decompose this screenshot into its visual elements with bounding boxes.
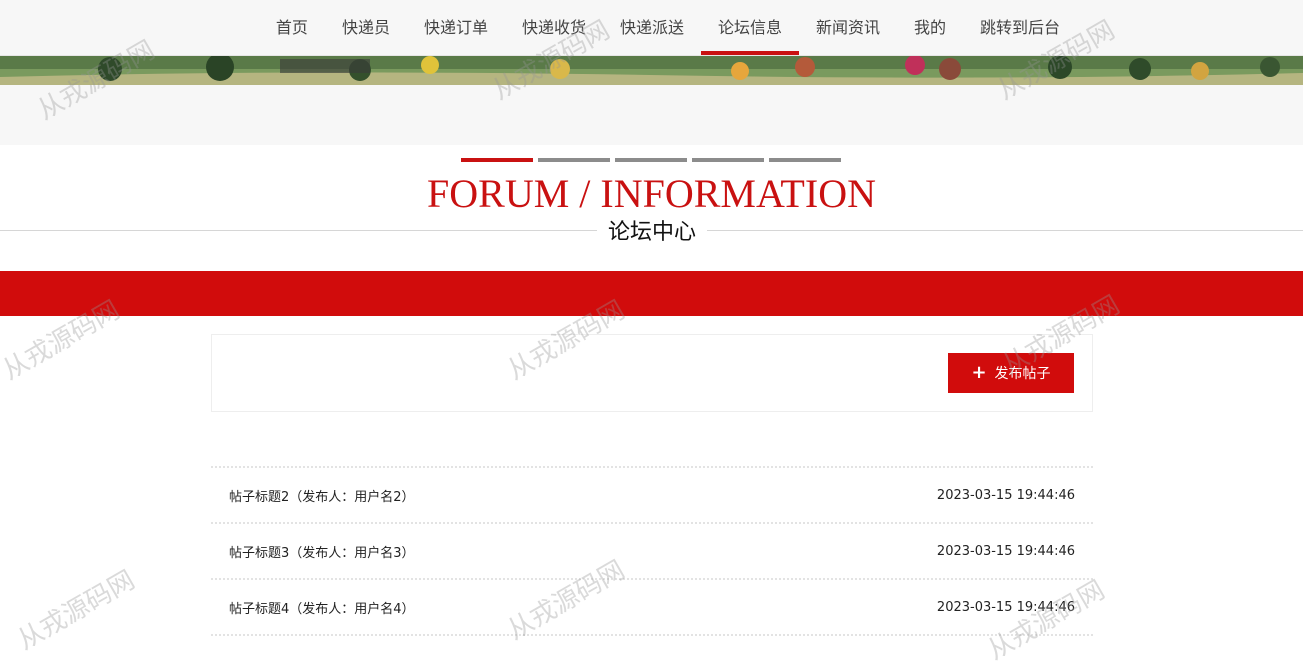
publish-post-label: 发布帖子	[994, 366, 1051, 382]
post-title[interactable]: 帖子标题3（发布人：用户名3）	[229, 542, 415, 561]
forum-toolbar: + 发布帖子	[211, 334, 1093, 412]
nav-item-admin[interactable]: 跳转到后台	[963, 0, 1077, 55]
banner-spacer	[0, 85, 1303, 145]
indicator-bar[interactable]	[769, 158, 841, 162]
post-title[interactable]: 帖子标题2（发布人：用户名2）	[229, 486, 415, 505]
indicator-bar[interactable]	[461, 158, 533, 162]
indicator-bar[interactable]	[692, 158, 764, 162]
nav-item-forum[interactable]: 论坛信息	[701, 0, 800, 55]
page-title-en: FORUM / INFORMATION	[427, 171, 876, 216]
plus-icon: +	[971, 362, 987, 383]
post-list: 帖子标题2（发布人：用户名2） 2023-03-15 19:44:46 帖子标题…	[211, 466, 1093, 636]
page-title-cn: 论坛中心	[597, 214, 707, 246]
post-time: 2023-03-15 19:44:46	[936, 543, 1075, 559]
top-navigation: 首页 快递员 快递订单 快递收货 快递派送 论坛信息 新闻资讯 我的 跳转到后台	[0, 0, 1303, 56]
post-row[interactable]: 帖子标题2（发布人：用户名2） 2023-03-15 19:44:46	[211, 466, 1093, 522]
post-row[interactable]: 帖子标题3（发布人：用户名3） 2023-03-15 19:44:46	[211, 522, 1093, 578]
post-title[interactable]: 帖子标题4（发布人：用户名4）	[229, 598, 415, 617]
nav-item-mine[interactable]: 我的	[897, 0, 963, 55]
nav-item-orders[interactable]: 快递订单	[407, 0, 505, 55]
nav-item-delivery[interactable]: 快递派送	[603, 0, 701, 55]
nav-item-home[interactable]: 首页	[259, 0, 325, 55]
indicator-bar[interactable]	[615, 158, 687, 162]
garden-banner-graphic	[0, 55, 1303, 85]
slide-indicators	[461, 158, 841, 162]
nav-menu: 首页 快递员 快递订单 快递收货 快递派送 论坛信息 新闻资讯 我的 跳转到后台	[226, 0, 1077, 55]
nav-item-news[interactable]: 新闻资讯	[799, 0, 897, 55]
post-time: 2023-03-15 19:44:46	[936, 487, 1075, 503]
banner-image	[0, 55, 1303, 85]
post-time: 2023-03-15 19:44:46	[936, 599, 1075, 615]
publish-post-button[interactable]: + 发布帖子	[948, 353, 1074, 393]
indicator-bar[interactable]	[538, 158, 610, 162]
nav-item-couriers[interactable]: 快递员	[325, 0, 407, 55]
section-banner	[0, 271, 1303, 316]
nav-item-receiving[interactable]: 快递收货	[505, 0, 603, 55]
post-row[interactable]: 帖子标题4（发布人：用户名4） 2023-03-15 19:44:46	[211, 578, 1093, 636]
watermark: 从戎源码网	[12, 565, 141, 657]
